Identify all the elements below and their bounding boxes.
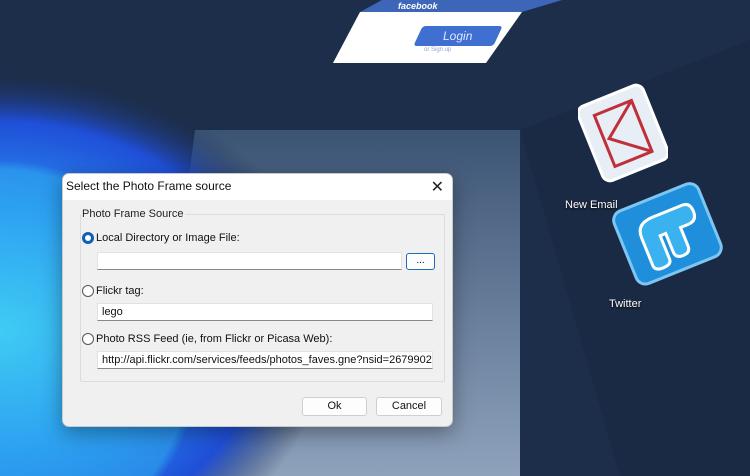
radio-icon[interactable] (82, 333, 94, 345)
photo-frame-source-dialog: Select the Photo Frame source ✕ Photo Fr… (62, 173, 453, 427)
close-icon[interactable]: ✕ (431, 177, 444, 197)
facebook-title: facebook (398, 1, 438, 11)
ok-button[interactable]: Ok (302, 397, 367, 416)
browse-button[interactable]: ... (406, 253, 435, 270)
envelope-icon[interactable] (578, 78, 668, 188)
facebook-signup-link[interactable]: or Sign up (424, 47, 451, 53)
flickr-tag-input[interactable]: lego (97, 303, 433, 321)
dialog-title: Select the Photo Frame source (63, 174, 452, 200)
facebook-widget: facebook Login or Sign up (0, 0, 750, 70)
facebook-login-button[interactable]: Login (413, 26, 503, 46)
desktop-icon-label[interactable]: Twitter (609, 298, 641, 310)
twitter-icon[interactable] (610, 178, 725, 290)
radio-rss-feed[interactable]: Photo RSS Feed (ie, from Flickr or Picas… (82, 333, 332, 345)
rss-feed-input[interactable]: http://api.flickr.com/services/feeds/pho… (97, 351, 433, 369)
radio-flickr-tag[interactable]: Flickr tag: (82, 285, 144, 297)
radio-icon[interactable] (82, 285, 94, 297)
radio-selected-icon[interactable] (82, 232, 94, 244)
cancel-button[interactable]: Cancel (376, 397, 442, 416)
group-title: Photo Frame Source (81, 208, 185, 220)
local-directory-input[interactable] (97, 252, 402, 270)
radio-local-directory[interactable]: Local Directory or Image File: (82, 232, 240, 244)
